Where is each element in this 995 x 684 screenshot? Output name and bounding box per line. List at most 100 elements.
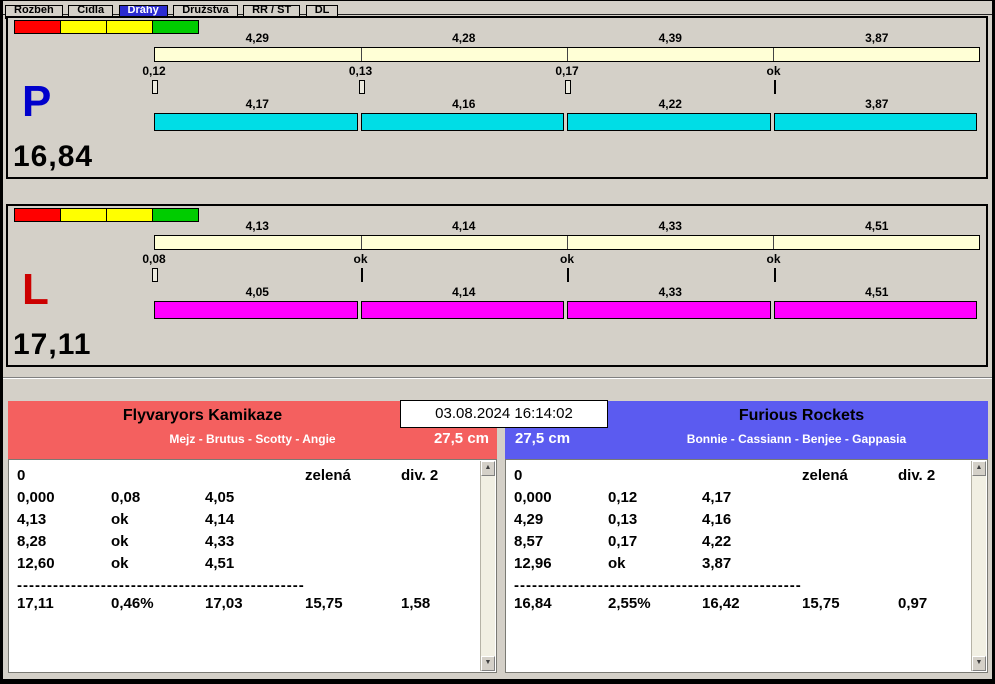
result-cell: 4,22 xyxy=(702,533,732,550)
result-row: 0 zelená div. 2 xyxy=(17,467,478,489)
result-cell: 4,05 xyxy=(205,489,235,506)
result-cell: 4,16 xyxy=(702,511,732,528)
lane-panel-l: L 4,13 4,14 4,33 4,51 0,08 ok ok ok 4,05… xyxy=(6,204,988,367)
leg-time: 4,33 xyxy=(658,285,682,299)
result-cell: ok xyxy=(111,511,129,528)
total-cell: 16,42 xyxy=(702,595,740,612)
lane-total-time: 17,11 xyxy=(13,328,92,361)
leg-time: 4,17 xyxy=(245,97,269,111)
leg-times: 4,17 4,16 4,22 3,87 xyxy=(154,97,980,112)
result-cell: 8,57 xyxy=(514,533,544,550)
result-row: 12,60 ok 4,51 xyxy=(17,555,478,577)
sensor-tick-icon xyxy=(773,80,776,94)
lane-letter: L xyxy=(22,265,49,314)
split-time: 3,87 xyxy=(865,31,889,45)
sensor-mark: 0,13 xyxy=(348,64,373,78)
result-cell: 0,12 xyxy=(608,489,638,506)
sensor-mark: 0,17 xyxy=(555,64,579,78)
scroll-down-button[interactable]: ▼ xyxy=(972,656,986,671)
total-cell: 15,75 xyxy=(305,595,343,612)
result-cell: 4,33 xyxy=(205,533,235,550)
total-cell: 17,11 xyxy=(17,595,54,612)
result-row: 4,13 ok 4,14 xyxy=(17,511,478,533)
scroll-up-button[interactable]: ▲ xyxy=(972,461,986,476)
tab-label: Dráhy xyxy=(127,5,159,16)
result-cell: 0,13 xyxy=(608,511,638,528)
run-bar-segment xyxy=(773,113,977,131)
timestamp-box: 03.08.2024 16:14:02 xyxy=(400,400,608,428)
tab-bar: Rozbeh Cidla Dráhy Družstva RR / ST DL xyxy=(3,1,992,19)
result-cell: 12,60 xyxy=(17,555,55,572)
light-red-icon xyxy=(14,20,61,34)
run-bar-segment xyxy=(360,113,564,131)
light-yellow-icon xyxy=(60,208,107,222)
sensor-tick-icon xyxy=(152,80,158,94)
result-cell: 4,14 xyxy=(205,511,235,528)
result-row: 8,57 0,17 4,22 xyxy=(514,533,969,555)
run-bar xyxy=(154,113,980,131)
leg-time: 4,22 xyxy=(658,97,682,111)
sensor-mark: 0,08 xyxy=(142,252,166,266)
result-cell: 0 xyxy=(17,467,26,484)
run-bar-segment xyxy=(567,113,771,131)
team-panel-right: Furious Rockets Bonnie - Cassiann - Benj… xyxy=(505,401,988,673)
totals-row: 16,84 2,55% 16,42 15,75 0,97 xyxy=(514,595,969,617)
jump-height: 27,5 cm xyxy=(433,430,489,447)
result-row: 0,000 0,08 4,05 xyxy=(17,489,478,511)
lane-panel-p: P 4,29 4,28 4,39 3,87 0,12 0,13 0,17 ok … xyxy=(6,16,988,179)
split-time: 4,13 xyxy=(245,219,269,233)
run-bar-segment xyxy=(154,301,358,319)
split-time: 4,29 xyxy=(245,31,269,45)
result-cell: ok xyxy=(111,555,129,572)
scrollbar[interactable]: ▲ ▼ xyxy=(971,461,986,671)
sensor-ticks xyxy=(152,268,980,282)
total-cell: 0,46% xyxy=(111,595,154,612)
divider xyxy=(3,377,992,379)
team-subheader: Mejz - Brutus - Scotty - Angie 27,5 cm xyxy=(8,425,497,453)
result-sheet[interactable]: 0 zelená div. 2 0,000 0,12 4,17 4,29 0,13 4,16… xyxy=(505,459,988,673)
result-cell: 4,13 xyxy=(17,511,47,528)
total-cell: 0,97 xyxy=(898,595,928,612)
app-window: Rozbeh Cidla Dráhy Družstva RR / ST DL P… xyxy=(0,0,995,684)
leg-time: 4,05 xyxy=(245,285,269,299)
scrollbar[interactable]: ▲ ▼ xyxy=(480,461,495,671)
leg-time: 4,14 xyxy=(452,285,476,299)
sensor-tick-icon xyxy=(152,268,158,282)
result-cell: div. 2 xyxy=(401,467,439,484)
scroll-up-button[interactable]: ▲ xyxy=(481,461,495,476)
light-yellow-icon xyxy=(60,20,107,34)
team-name: Flyvaryors Kamikaze xyxy=(122,407,283,424)
sensor-tick-icon xyxy=(360,268,363,282)
leg-time: 4,51 xyxy=(865,285,889,299)
split-bar xyxy=(154,235,980,250)
sensor-tick-icon xyxy=(773,268,776,282)
result-cell: 0,17 xyxy=(608,533,638,550)
result-cell: div. 2 xyxy=(898,467,936,484)
team-panel-left: Flyvaryors Kamikaze Mejz - Brutus - Scot… xyxy=(8,401,497,673)
total-cell: 16,84 xyxy=(514,595,552,612)
total-cell: 17,03 xyxy=(205,595,243,612)
lane-letter: P xyxy=(22,77,52,126)
sensor-tick-icon xyxy=(565,80,571,94)
result-cell: ok xyxy=(111,533,129,550)
result-row: 4,29 0,13 4,16 xyxy=(514,511,969,533)
bar-divider xyxy=(773,48,774,61)
result-cell: 8,28 xyxy=(17,533,47,550)
scroll-down-button[interactable]: ▼ xyxy=(481,656,495,671)
leg-times: 4,05 4,14 4,33 4,51 xyxy=(154,285,980,300)
lane-total-time: 16,84 xyxy=(13,140,94,173)
result-cell: 3,87 xyxy=(702,555,732,572)
sensor-tick-icon xyxy=(358,80,365,94)
leg-time: 3,87 xyxy=(865,97,889,111)
sensor-mark: ok xyxy=(559,252,574,266)
leg-time: 4,16 xyxy=(452,97,476,111)
light-red-icon xyxy=(14,208,61,222)
result-cell: 0 xyxy=(514,467,523,484)
result-cell: 0,000 xyxy=(17,489,55,506)
tab-label: DL xyxy=(314,5,330,16)
total-cell: 2,55% xyxy=(608,595,651,612)
result-sheet[interactable]: 0 zelená div. 2 0,000 0,08 4,05 4,13 ok 4,14 8… xyxy=(8,459,497,673)
bar-divider xyxy=(567,236,568,249)
sensor-marks: 0,08 ok ok ok xyxy=(142,252,980,267)
sensor-mark: 0,12 xyxy=(142,64,166,78)
